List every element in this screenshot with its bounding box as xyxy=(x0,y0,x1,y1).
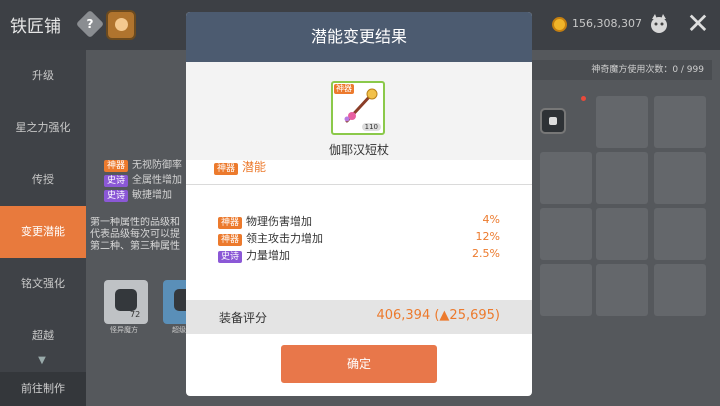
item-slot[interactable] xyxy=(654,208,706,260)
stat-row: 神器 物理伤害增加 4% xyxy=(218,212,500,229)
stat-value: 12% xyxy=(475,230,500,243)
item-slot[interactable] xyxy=(596,152,648,204)
item-slot[interactable] xyxy=(654,96,706,148)
bg-option: 史诗 全属性增加 xyxy=(104,171,182,187)
sidebar-item-change-potential[interactable]: 变更潜能 xyxy=(0,206,86,258)
screen-title: 铁匠铺 xyxy=(10,17,61,37)
stat-value: 4% xyxy=(482,213,500,226)
item-slot[interactable] xyxy=(540,152,592,204)
stat-value: 2.5% xyxy=(472,247,500,260)
pet-icon[interactable] xyxy=(646,11,672,37)
item-slot[interactable] xyxy=(654,152,706,204)
item-slot[interactable] xyxy=(540,264,592,316)
dialog-title: 潜能变更结果 xyxy=(186,12,532,62)
equipment-score: 装备评分 406,394 (▲25,695) xyxy=(186,300,532,334)
mesos-amount: 156,308,307 xyxy=(572,17,642,30)
notification-dot xyxy=(581,96,586,101)
strange-cube-button[interactable]: 72 xyxy=(104,280,148,324)
item-slot[interactable] xyxy=(540,208,592,260)
item-slot[interactable] xyxy=(654,264,706,316)
avatar xyxy=(106,10,136,40)
cube-icon[interactable] xyxy=(540,108,566,134)
help-icon[interactable]: ? xyxy=(75,9,105,39)
item-display: 神器 110 伽耶汉短杖 xyxy=(186,62,532,160)
chevron-down-icon[interactable]: ▼ xyxy=(34,355,50,367)
item-level: 110 xyxy=(361,123,381,131)
item-slot[interactable] xyxy=(596,208,648,260)
attempts-counter: 神奇魔方使用次数：0 / 999 xyxy=(532,60,712,80)
divider xyxy=(186,184,532,185)
close-icon[interactable]: ✕ xyxy=(684,10,712,38)
potential-label: 潜能 xyxy=(242,160,267,174)
stat-row: 史诗 力量增加 2.5% xyxy=(218,246,500,263)
coin-icon xyxy=(552,17,567,32)
sidebar-item-transfer[interactable]: 传授 xyxy=(0,154,86,206)
item-name: 伽耶汉短杖 xyxy=(328,143,389,157)
sidebar-item-upgrade[interactable]: 升级 xyxy=(0,50,86,102)
bg-option: 神器 无视防御率 xyxy=(104,156,182,172)
staff-icon: 神器 110 xyxy=(331,81,385,135)
potential-result-dialog: 潜能变更结果 神器 110 伽耶汉短杖 神器 潜能 神器 物理伤害增加 4% 神器领… xyxy=(186,12,532,396)
item-slot[interactable] xyxy=(596,264,648,316)
score-value: 406,394 (▲25,695) xyxy=(376,308,500,323)
legendary-tag: 神器 xyxy=(214,163,239,175)
stat-row: 神器 领主攻击力增加 12% xyxy=(218,229,500,246)
potential-description: 第一种属性的品级和 代表品级每次可以提 第二种、第三种属性 xyxy=(90,217,180,252)
sidebar-item-starforce[interactable]: 星之力强化 xyxy=(0,102,86,154)
confirm-button[interactable]: 确定 xyxy=(281,345,437,383)
potential-header: 神器 潜能 xyxy=(214,158,266,175)
sidebar-item-inscription[interactable]: 铭文强化 xyxy=(0,258,86,310)
go-craft-button[interactable]: 前往制作 xyxy=(0,372,86,406)
bg-option: 史诗 敏捷增加 xyxy=(104,186,172,202)
cube-label: 超级 xyxy=(172,326,186,334)
cube-label: 怪异魔方 xyxy=(110,326,138,334)
score-label: 装备评分 xyxy=(219,311,268,325)
sidebar: 升级 星之力强化 传授 变更潜能 铭文强化 超越 xyxy=(0,50,86,406)
item-slot[interactable] xyxy=(596,96,648,148)
